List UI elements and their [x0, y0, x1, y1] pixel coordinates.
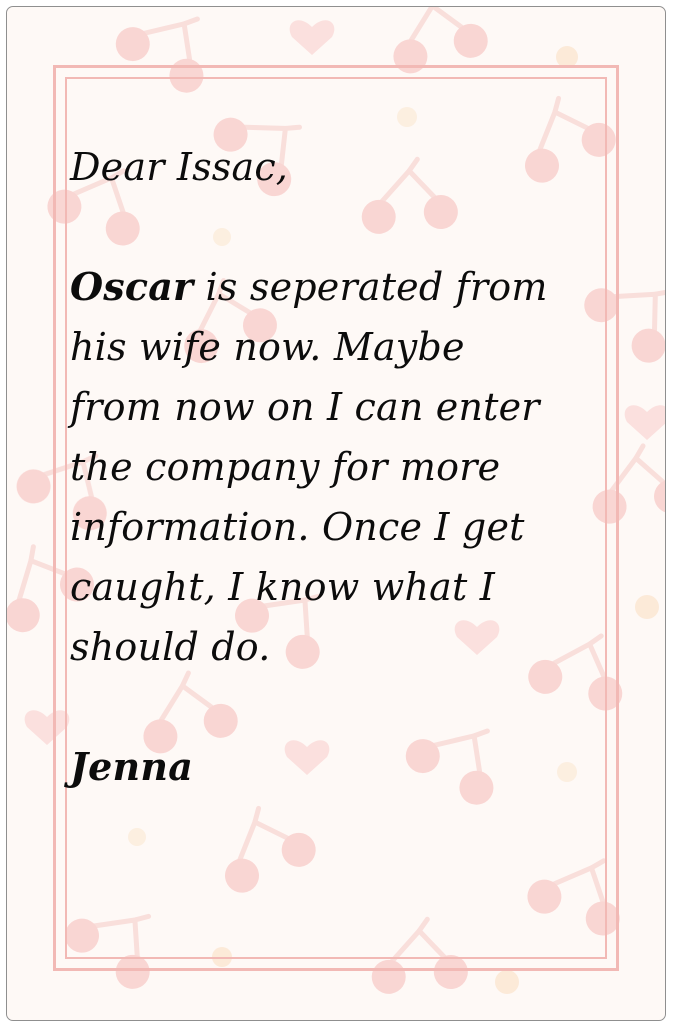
letter-greeting: Dear Issac,	[70, 145, 289, 189]
letter-body-text: is seperated from	[193, 265, 548, 309]
letter-body-line: information. Once I get	[70, 505, 525, 549]
letter-body-line: his wife now. Maybe	[70, 325, 465, 369]
letter-body-line: from now on I can enter	[70, 385, 540, 429]
letter-card: Dear Issac, Oscar is seperated from his …	[6, 6, 666, 1021]
letter-body-line: caught, I know what I	[70, 565, 495, 609]
letter-body-line: the company for more	[70, 445, 501, 489]
letter-signature: Jenna	[70, 744, 194, 789]
letter-text: Dear Issac, Oscar is seperated from his …	[70, 137, 630, 797]
letter-body-line: should do.	[70, 625, 271, 669]
letter-body-line: Oscar is seperated from	[70, 257, 630, 317]
letter-body-name: Oscar	[70, 264, 194, 309]
